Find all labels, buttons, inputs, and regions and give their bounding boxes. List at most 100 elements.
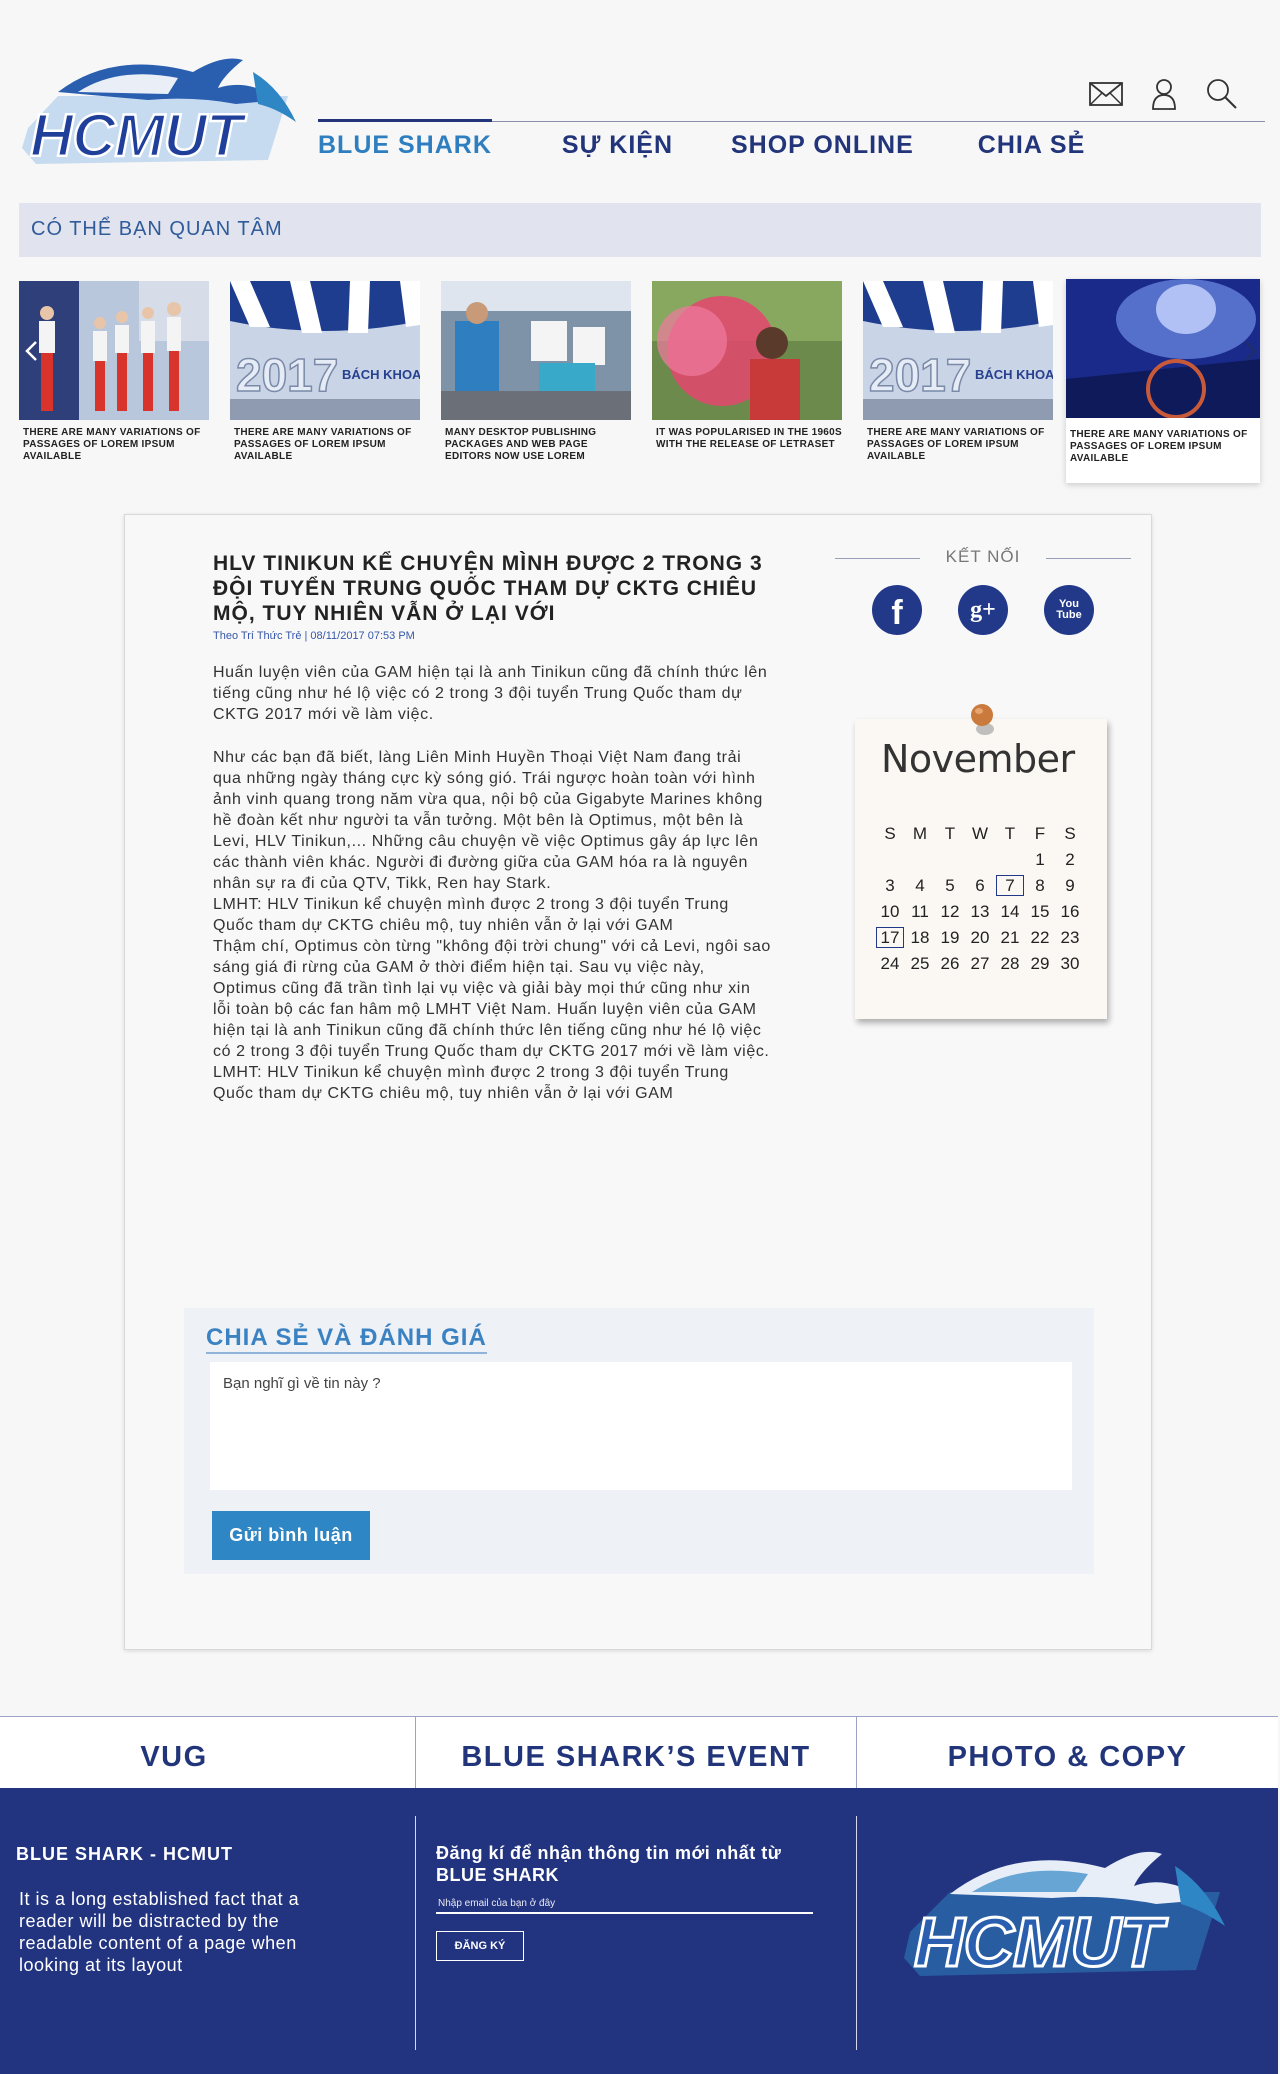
calendar-day[interactable]: 9 [1055,874,1085,897]
news-card[interactable]: IT WAS POPULARISED IN THE 1960S WITH THE… [652,281,842,451]
calendar-blank [935,848,965,871]
calendar-day[interactable]: 4 [905,874,935,897]
calendar-day[interactable]: 30 [1055,952,1085,975]
nav-su-kien[interactable]: SỰ KIỆN [562,126,673,166]
news-caption: THERE ARE MANY VARIATIONS OF PASSAGES OF… [1070,429,1248,464]
google-plus-icon[interactable]: g+ [958,585,1008,635]
calendar-day[interactable]: 2 [1055,848,1085,871]
connect-label: KẾT NỐI [945,547,1021,566]
sidebar: KẾT NỐI f g+ You Tube November SMTWTFS12… [835,547,1131,1019]
calendar-day[interactable]: 7 [995,874,1025,897]
calendar-weekday: W [971,824,989,843]
calendar-day[interactable]: 26 [935,952,965,975]
hcmut-shark-logo[interactable]: HCMUT [18,52,303,177]
calendar-weekday: T [944,824,956,843]
news-card[interactable]: MANY DESKTOP PUBLISHING PACKAGES AND WEB… [441,281,631,463]
calendar-blank [995,848,1025,871]
calendar-day[interactable]: 8 [1025,874,1055,897]
nav-blue-shark[interactable]: BLUE SHARK [318,119,492,166]
article-meta: Theo Trí Thức Trẻ | 08/11/2017 07:53 PM [213,630,415,642]
calendar-weekday: T [1004,824,1016,843]
calendar-day[interactable]: 18 [905,926,935,949]
youtube-icon[interactable]: You Tube [1044,585,1094,635]
news-card[interactable]: THERE ARE MANY VARIATIONS OF PASSAGES OF… [19,281,209,463]
calendar-day[interactable]: 6 [965,874,995,897]
news-card[interactable]: THERE ARE MANY VARIATIONS OF PASSAGES OF… [1066,279,1260,483]
share-title: CHIA SẺ VÀ ĐÁNH GIÁ [206,1324,487,1354]
calendar-day[interactable]: 24 [875,952,905,975]
calendar-blank [875,848,905,871]
calendar-day[interactable]: 5 [935,874,965,897]
calendar-day[interactable]: 19 [935,926,965,949]
article-paragraph: Như các bạn đã biết, làng Liên Minh Huyề… [213,749,763,892]
calendar-blank [965,848,995,871]
subscribe-email-input[interactable] [436,1894,813,1914]
news-caption: THERE ARE MANY VARIATIONS OF PASSAGES OF… [867,427,1045,462]
calendar-day[interactable]: 23 [1055,926,1085,949]
calendar-day[interactable]: 10 [875,900,905,923]
article-paragraph: LMHT: HLV Tinikun kể chuyện mình được 2 … [213,1064,729,1102]
news-thumbnail [19,281,209,420]
calendar-weekday: M [912,824,928,843]
carousel-prev-icon[interactable] [19,333,43,369]
calendar-day[interactable]: 16 [1055,900,1085,923]
main-nav: BLUE SHARK SỰ KIỆN SHOP ONLINE CHIA SẺ [318,119,1085,166]
calendar-weekday: F [1034,824,1046,843]
article-paragraph: LMHT: HLV Tinikun kể chuyện mình được 2 … [213,896,729,934]
connect-heading: KẾT NỐI [835,547,1131,567]
article-title: HLV TINIKUN KỂ CHUYỆN MÌNH ĐƯỢC 2 TRONG … [213,552,763,625]
calendar-day[interactable]: 17 [875,926,905,949]
user-icon[interactable] [1146,76,1182,112]
footer-tab-vug[interactable]: VUG [0,1717,348,1789]
site-header: HCMUT BLUE SHARK SỰ KIỆN SHOP ONLINE CHI… [0,0,1280,190]
mail-icon[interactable] [1088,76,1124,112]
site-footer: BLUE SHARK - HCMUT It is a long establis… [0,1788,1278,2074]
calendar-day[interactable]: 20 [965,926,995,949]
social-links: f g+ You Tube [835,585,1131,635]
news-card[interactable]: 2017 BÁCH KHOA THERE ARE MANY VARIATIONS… [863,281,1053,463]
calendar-day[interactable]: 21 [995,926,1025,949]
calendar-day[interactable]: 15 [1025,900,1055,923]
news-card[interactable]: 2017 BÁCH KHOA THERE ARE MANY VARIATIONS… [230,281,420,463]
article-body: Huấn luyện viên của GAM hiện tại là anh … [213,662,773,1104]
footer-logo-text: HCMUT [914,1903,1168,1981]
calendar-grid: S M T W T F S 1 2 3 4 5 6 7 8 9 10 11 12 13 14 15 16 17 18 19 20 21… [875,822,1095,975]
news-caption: THERE ARE MANY VARIATIONS OF PASSAGES OF… [234,427,412,462]
calendar-day[interactable]: 11 [905,900,935,923]
comment-input[interactable] [210,1362,1072,1490]
footer-tab-event[interactable]: BLUE SHARK’S EVENT [416,1717,856,1789]
search-icon[interactable] [1204,76,1240,112]
calendar-day[interactable]: 3 [875,874,905,897]
facebook-icon[interactable]: f [872,585,922,635]
header-actions [1088,76,1240,112]
pushpin-icon [971,704,994,735]
news-thumbnail [652,281,842,420]
carousel-next-icon[interactable] [1239,333,1263,369]
submit-comment-button[interactable]: Gửi bình luận [212,1511,370,1560]
article-paragraph: Huấn luyện viên của GAM hiện tại là anh … [213,664,768,723]
calendar-day[interactable]: 27 [965,952,995,975]
news-caption: THERE ARE MANY VARIATIONS OF PASSAGES OF… [23,427,201,462]
nav-shop-online[interactable]: SHOP ONLINE [731,126,914,166]
footer-tab-photo[interactable]: PHOTO & COPY [857,1717,1278,1789]
calendar-day[interactable]: 14 [995,900,1025,923]
calendar-day[interactable]: 29 [1025,952,1055,975]
nav-chia-se[interactable]: CHIA SẺ [978,126,1085,166]
calendar-day[interactable]: 1 [1025,848,1055,871]
footer-hcmut-logo: HCMUT [904,1851,1225,1983]
footer-description: It is a long established fact that a rea… [19,1889,300,1975]
calendar-widget: November S M T W T F S 1 2 3 4 5 6 7 8 9 10 11 12 13 14 15 16 1… [855,704,1107,1019]
news-thumbnail [1066,279,1260,418]
news-caption: IT WAS POPULARISED IN THE 1960S WITH THE… [656,427,843,450]
calendar-weekday: S [884,824,896,843]
interest-header: CÓ THỂ BẠN QUAN TÂM [19,203,1261,257]
calendar-day[interactable]: 12 [935,900,965,923]
footer-tabs: VUG BLUE SHARK’S EVENT PHOTO & COPY [0,1716,1278,1789]
subscribe-button[interactable]: ĐĂNG KÝ [436,1931,524,1961]
thumb-year: 2017 [869,349,971,401]
calendar-day[interactable]: 25 [905,952,935,975]
interest-title: CÓ THỂ BẠN QUAN TÂM [31,218,283,240]
calendar-day[interactable]: 28 [995,952,1025,975]
calendar-day[interactable]: 22 [1025,926,1055,949]
calendar-day[interactable]: 13 [965,900,995,923]
